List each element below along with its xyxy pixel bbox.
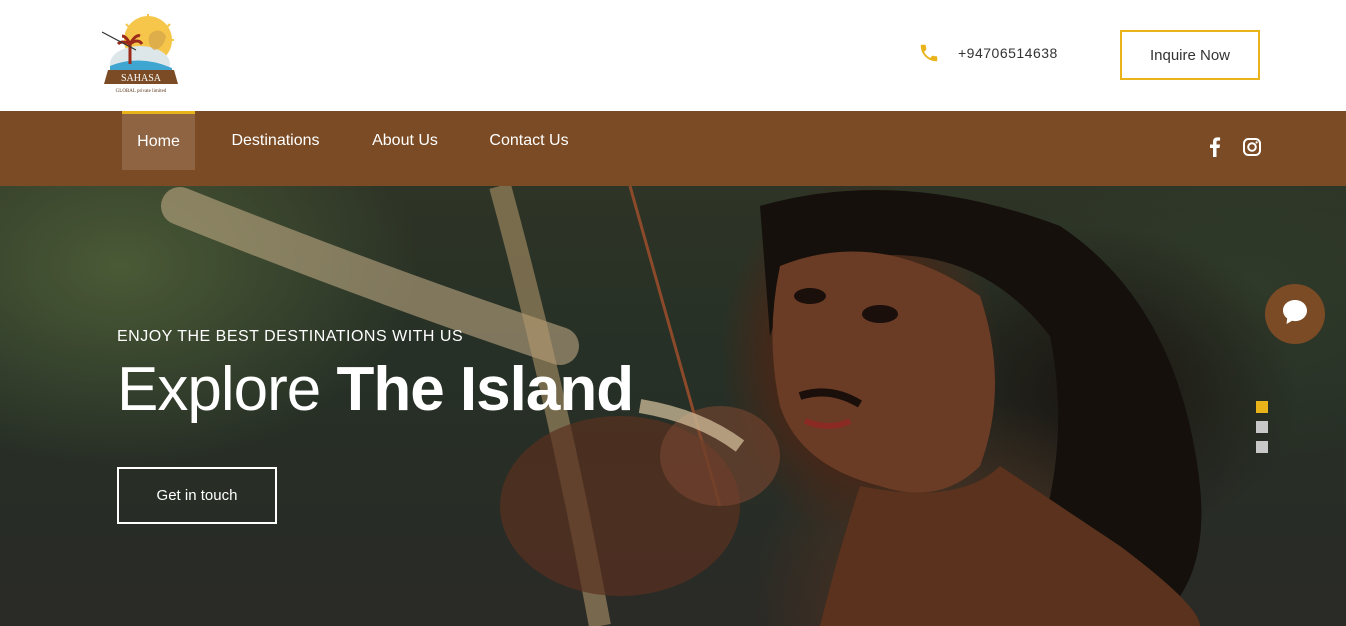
inquire-now-button[interactable]: Inquire Now bbox=[1120, 30, 1260, 80]
facebook-icon[interactable] bbox=[1206, 136, 1224, 158]
hero-title: Explore The Island bbox=[117, 354, 634, 425]
logo-tagline: GLOBAL private limited bbox=[116, 89, 167, 94]
nav-item-home[interactable]: Home bbox=[122, 111, 195, 170]
instagram-icon[interactable] bbox=[1242, 136, 1262, 158]
hero-title-light: Explore bbox=[117, 355, 321, 424]
nav-item-contact-us[interactable]: Contact Us bbox=[476, 111, 582, 170]
slider-dot-3[interactable] bbox=[1256, 441, 1268, 453]
logo-wordmark: SAHASA bbox=[121, 73, 162, 84]
slider-dot-1[interactable] bbox=[1256, 401, 1268, 413]
sahasa-logo[interactable]: SAHASA GLOBAL private limited bbox=[100, 14, 182, 98]
phone-contact[interactable]: +94706514638 bbox=[918, 42, 1058, 64]
slider-dot-2[interactable] bbox=[1256, 421, 1268, 433]
phone-icon bbox=[918, 42, 940, 64]
get-in-touch-button[interactable]: Get in touch bbox=[117, 467, 277, 524]
main-nav: Home Destinations About Us Contact Us bbox=[0, 111, 1346, 186]
hero-title-bold: The Island bbox=[336, 355, 634, 424]
nav-item-about-us[interactable]: About Us bbox=[358, 111, 452, 170]
chat-bubble-icon bbox=[1280, 297, 1310, 332]
hero-slider: ENJOY THE BEST DESTINATIONS WITH US Expl… bbox=[0, 186, 1346, 626]
phone-number: +94706514638 bbox=[958, 45, 1058, 61]
hero-subtitle: ENJOY THE BEST DESTINATIONS WITH US bbox=[117, 328, 464, 345]
top-header: SAHASA GLOBAL private limited +947065146… bbox=[0, 0, 1346, 111]
nav-item-destinations[interactable]: Destinations bbox=[218, 111, 333, 170]
chat-widget-button[interactable] bbox=[1265, 284, 1325, 344]
